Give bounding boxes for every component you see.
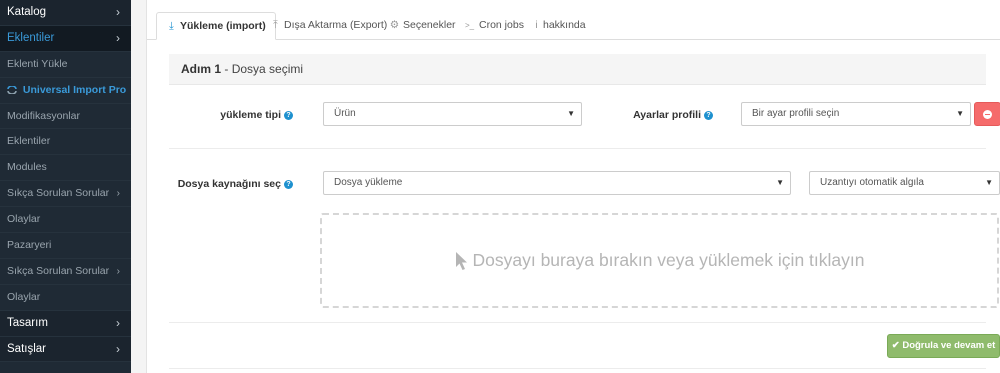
sidebar: Katalog › Eklentiler › Eklenti Yükle Uni… xyxy=(0,0,131,373)
help-icon[interactable]: ? xyxy=(284,111,293,120)
step-name: Dosya seçimi xyxy=(231,62,304,76)
import-type-label: yükleme tipi? xyxy=(220,109,293,121)
sidebar-item-label: Tasarım xyxy=(7,316,48,329)
profile-value: Bir ayar profili seçin xyxy=(752,108,840,119)
sidebar-item-katalog[interactable]: Katalog › xyxy=(0,0,131,26)
sidebar-item-sss-2[interactable]: Sıkça Sorulan Sorular › xyxy=(0,259,131,285)
sidebar-item-eklenti-yukle[interactable]: Eklenti Yükle xyxy=(0,52,131,78)
sidebar-item-universal-import-pro[interactable]: Universal Import Pro xyxy=(0,78,131,104)
divider xyxy=(169,368,986,369)
gear-icon: ⚙ xyxy=(389,19,400,31)
source-label: Dosya kaynağını seç? xyxy=(178,178,293,190)
minus-circle-icon xyxy=(983,110,992,119)
sidebar-item-eklentiler-sub[interactable]: Eklentiler xyxy=(0,129,131,156)
sidebar-item-label: Katalog xyxy=(7,6,47,18)
validate-continue-button[interactable]: ✔ Doğrula ve devam et xyxy=(887,334,1000,358)
sidebar-item-sss[interactable]: Sıkça Sorulan Sorular › xyxy=(0,181,131,208)
info-icon: i xyxy=(535,19,538,31)
upload-icon: ⤒ xyxy=(273,19,278,31)
tab-label: Yükleme (import) xyxy=(180,20,266,32)
terminal-icon: >_ xyxy=(464,21,475,30)
tab-cron-jobs[interactable]: >_ Cron jobs xyxy=(463,12,524,40)
chevron-right-icon: › xyxy=(116,265,120,277)
sidebar-item-modifikasyonlar[interactable]: Modifikasyonlar xyxy=(0,104,131,130)
chevron-right-icon: › xyxy=(116,188,120,200)
sidebar-item-label: Olaylar xyxy=(7,290,41,303)
chevron-right-icon: › xyxy=(116,341,120,356)
profile-label-text: Ayarlar profili xyxy=(633,109,701,121)
tab-options[interactable]: ⚙ Seçenekler xyxy=(389,12,456,40)
chevron-down-icon: ▼ xyxy=(985,178,993,187)
sidebar-item-modules[interactable]: Modules xyxy=(0,155,131,182)
sidebar-item-label: Universal Import Pro xyxy=(22,83,127,96)
help-icon[interactable]: ? xyxy=(284,180,293,189)
tab-label: hakkında xyxy=(543,19,586,31)
sidebar-item-olaylar-2[interactable]: Olaylar xyxy=(0,285,131,311)
file-source-value: Dosya yükleme xyxy=(334,177,403,188)
download-icon: ⤓ xyxy=(169,20,174,32)
tab-label: Seçenekler xyxy=(403,19,456,31)
sidebar-item-label: Eklentiler xyxy=(7,135,51,148)
tab-about[interactable]: i hakkında xyxy=(533,12,586,40)
chevron-right-icon: › xyxy=(116,30,120,45)
sidebar-item-label: Sıkça Sorulan Sorular xyxy=(7,264,110,277)
chevron-down-icon: ▼ xyxy=(776,178,784,187)
sidebar-item-label: Eklenti Yükle xyxy=(7,57,68,70)
file-source-select[interactable]: Dosya yükleme ▼ xyxy=(323,171,791,195)
chevron-down-icon: ▼ xyxy=(567,109,575,118)
tab-label: Cron jobs xyxy=(479,19,524,31)
sidebar-item-pazaryeri[interactable]: Pazaryeri xyxy=(0,233,131,259)
universal-import-icon xyxy=(7,85,17,94)
cursor-pointer-icon xyxy=(455,252,467,271)
extension-value: Uzantıyı otomatik algıla xyxy=(820,177,924,188)
main-content: ⤓ Yükleme (import) ⤒ Dışa Aktarma (Export)… xyxy=(131,0,1000,373)
step-header: Adım 1 - Dosya seçimi xyxy=(169,54,986,85)
chevron-down-icon: ▼ xyxy=(956,109,964,118)
extension-select[interactable]: Uzantıyı otomatik algıla ▼ xyxy=(809,171,1000,195)
step-separator: - xyxy=(221,62,232,76)
profile-select[interactable]: Bir ayar profili seçin ▼ xyxy=(741,102,971,126)
sidebar-item-label: Pazaryeri xyxy=(7,239,52,252)
check-icon: ✔ xyxy=(891,340,900,351)
source-label-text: Dosya kaynağını seç xyxy=(177,178,281,190)
import-type-select[interactable]: Ürün ▼ xyxy=(323,102,582,126)
sidebar-item-label: Olaylar xyxy=(7,213,41,226)
remove-profile-button[interactable] xyxy=(974,102,1000,126)
divider xyxy=(169,322,986,323)
sidebar-item-eklentiler[interactable]: Eklentiler › xyxy=(0,25,131,52)
validate-continue-label: Doğrula ve devam et xyxy=(902,340,996,351)
sidebar-item-tasarim[interactable]: Tasarım › xyxy=(0,310,131,337)
profile-label: Ayarlar profili? xyxy=(633,109,713,121)
chevron-right-icon: › xyxy=(116,5,120,19)
tab-label: Dışa Aktarma (Export) xyxy=(284,19,388,31)
import-panel: ⤓ Yükleme (import) ⤒ Dışa Aktarma (Export)… xyxy=(146,0,1000,373)
help-icon[interactable]: ? xyxy=(704,111,713,120)
file-dropzone[interactable]: Dosyayı buraya bırakın veya yüklemek içi… xyxy=(320,213,999,308)
sidebar-item-label: Modules xyxy=(7,161,47,174)
tab-bar: ⤓ Yükleme (import) ⤒ Dışa Aktarma (Export)… xyxy=(147,12,1000,40)
sidebar-item-label: Satışlar xyxy=(7,342,46,355)
sidebar-item-label: Modifikasyonlar xyxy=(7,109,80,122)
sidebar-item-satislar[interactable]: Satışlar › xyxy=(0,336,131,363)
import-type-label-text: yükleme tipi xyxy=(220,109,281,121)
chevron-right-icon: › xyxy=(116,315,120,330)
step-number: Adım 1 xyxy=(181,62,222,76)
tab-export[interactable]: ⤒ Dışa Aktarma (Export) xyxy=(270,12,387,40)
divider xyxy=(169,148,986,149)
dropzone-text: Dosyayı buraya bırakın veya yüklemek içi… xyxy=(472,250,865,270)
sidebar-item-label: Eklentiler xyxy=(7,31,55,44)
tab-import[interactable]: ⤓ Yükleme (import) xyxy=(156,12,276,40)
import-type-value: Ürün xyxy=(334,108,356,119)
sidebar-item-label: Sıkça Sorulan Sorular xyxy=(7,187,110,200)
sidebar-item-olaylar[interactable]: Olaylar xyxy=(0,207,131,234)
step-title: Adım 1 - Dosya seçimi xyxy=(181,54,303,85)
